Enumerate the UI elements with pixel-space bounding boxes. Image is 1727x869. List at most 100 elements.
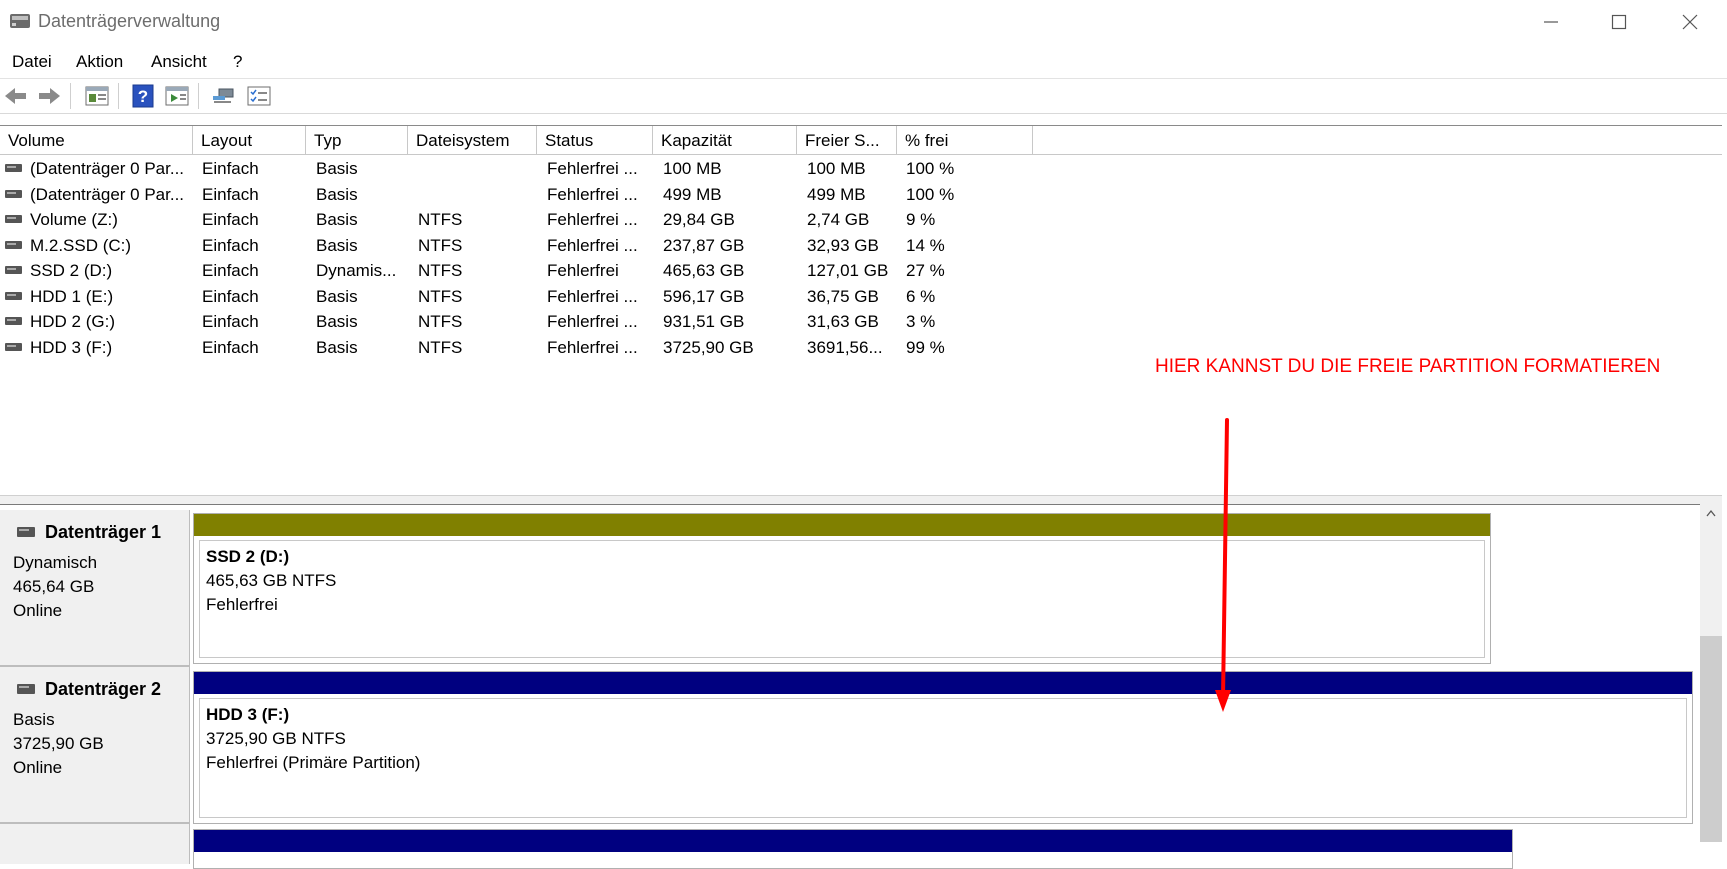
column-typ[interactable]: Typ: [306, 126, 408, 154]
table-cell: Einfach: [202, 312, 259, 331]
table-cell: 100 MB: [807, 159, 866, 178]
table-cell: Einfach: [202, 261, 259, 280]
volume-icon: [5, 342, 22, 351]
table-cell: 2,74 GB: [807, 210, 870, 229]
partition-ssd2[interactable]: SSD 2 (D:) 465,63 GB NTFS Fehlerfrei: [193, 513, 1491, 664]
toolbar-separator: [198, 83, 199, 109]
table-cell: 100 MB: [663, 159, 722, 178]
table-cell: 3725,90 GB: [663, 337, 754, 357]
table-row[interactable]: SSD 2 (D:) Einfach Dynamis... NTFS Fehlerfre…: [0, 258, 1000, 283]
volume-icon: [5, 164, 22, 172]
partition-disk3[interactable]: [193, 829, 1513, 869]
maximize-button[interactable]: [1584, 0, 1654, 44]
connect-button[interactable]: [210, 84, 236, 108]
disk-icon: [17, 527, 35, 537]
table-row[interactable]: Volume (Z:) Einfach Basis NTFS Fehlerfrei ..…: [0, 207, 1000, 232]
menu-bar: Datei Aktion Ansicht ?: [0, 44, 1727, 79]
table-row[interactable]: M.2.SSD (C:) Einfach Basis NTFS Fehlerfrei .…: [0, 233, 1000, 258]
table-cell: 32,93 GB: [807, 235, 879, 255]
table-cell: 127,01 GB: [807, 261, 889, 280]
menu-aktion[interactable]: Aktion: [76, 52, 123, 72]
minimize-icon: [1544, 21, 1558, 23]
table-cell: 100 %: [906, 184, 955, 204]
volume-icon: [5, 266, 22, 274]
forward-button[interactable]: [36, 84, 62, 108]
disk-1-state: Online: [13, 601, 63, 620]
table-cell: Basis: [316, 337, 358, 357]
disk-icon: [17, 684, 35, 694]
table-row[interactable]: HDD 2 (G:) Einfach Basis NTFS Fehlerfrei ...…: [0, 309, 1000, 334]
menu-datei[interactable]: Datei: [12, 52, 52, 72]
toolbar-separator: [118, 83, 119, 109]
table-row[interactable]: (Datenträger 0 Par... Einfach Basis Fehlerf…: [0, 182, 1000, 207]
table-cell: 465,63 GB: [663, 261, 745, 280]
table-cell: 36,75 GB: [807, 286, 879, 306]
menu-ansicht[interactable]: Ansicht: [151, 52, 207, 72]
partition-hdd3-name: HDD 3 (F:): [206, 705, 290, 724]
volume-icon: [5, 189, 22, 198]
maximize-icon: [1611, 14, 1627, 30]
disk-2-type: Basis: [13, 710, 55, 729]
close-button[interactable]: [1655, 0, 1725, 44]
toolbar: ?: [0, 79, 1727, 114]
table-cell: 31,63 GB: [807, 312, 879, 331]
show-hide-button[interactable]: [164, 84, 190, 108]
partition-hdd3-body: HDD 3 (F:) 3725,90 GB NTFS Fehlerfrei (P…: [199, 698, 1687, 818]
svg-text:?: ?: [138, 87, 148, 106]
table-cell: NTFS: [418, 210, 463, 229]
column-layout[interactable]: Layout: [193, 126, 306, 154]
scroll-up-icon[interactable]: [1706, 509, 1716, 517]
table-cell: Fehlerfrei ...: [547, 159, 638, 178]
volume-icon: [5, 291, 22, 300]
column-volume[interactable]: Volume: [0, 126, 193, 154]
table-cell: Einfach: [202, 210, 259, 229]
table-cell: M.2.SSD (C:): [30, 235, 132, 255]
partition-ssd2-bar: [194, 514, 1490, 536]
column-prozent-frei[interactable]: % frei: [897, 126, 1033, 154]
column-header: Volume Layout Typ Dateisystem Status Kap…: [0, 126, 1722, 155]
table-cell: HDD 3 (F:): [30, 337, 113, 357]
column-freier-speicher[interactable]: Freier S...: [797, 126, 897, 154]
table-cell: Fehlerfrei ...: [547, 184, 638, 204]
disk-1-label[interactable]: Datenträger 1 Dynamisch 465,64 GB Online: [0, 510, 190, 667]
help-button[interactable]: ?: [130, 84, 156, 108]
back-button[interactable]: [3, 84, 29, 108]
table-cell: 499 MB: [807, 184, 866, 204]
table-row[interactable]: HDD 1 (E:) Einfach Basis NTFS Fehlerfrei ...…: [0, 284, 1000, 309]
volume-icon: [5, 215, 22, 223]
table-row[interactable]: HDD 3 (F:) Einfach Basis NTFS Fehlerfrei ...…: [0, 335, 1000, 360]
disk-1-type: Dynamisch: [13, 553, 98, 572]
partition-hdd3[interactable]: HDD 3 (F:) 3725,90 GB NTFS Fehlerfrei (P…: [193, 671, 1693, 824]
minimize-button[interactable]: [1516, 0, 1586, 44]
column-status[interactable]: Status: [537, 126, 653, 154]
checklist-button[interactable]: [246, 84, 272, 108]
volume-icon: [5, 240, 22, 249]
table-cell: NTFS: [418, 312, 463, 331]
menu-help[interactable]: ?: [233, 52, 242, 72]
table-cell: Basis: [316, 235, 358, 255]
disk-3-label[interactable]: [0, 824, 190, 864]
table-cell: Fehlerfrei ...: [547, 312, 638, 331]
column-kapazitaet[interactable]: Kapazität: [653, 126, 797, 154]
table-cell: Einfach: [202, 184, 259, 204]
table-cell: Dynamis...: [316, 261, 397, 280]
table-cell: 100 %: [906, 159, 955, 178]
close-icon: [1682, 14, 1698, 30]
disk-2-label[interactable]: Datenträger 2 Basis 3725,90 GB Online: [0, 667, 190, 824]
partition-ssd2-size: 465,63 GB NTFS: [206, 571, 337, 590]
scroll-thumb[interactable]: [1700, 636, 1722, 842]
disk-map-scrollbar[interactable]: [1700, 503, 1722, 842]
table-cell: HDD 1 (E:): [30, 286, 114, 306]
table-cell: Basis: [316, 184, 358, 204]
forward-arrow-icon: [39, 88, 60, 104]
table-row[interactable]: (Datenträger 0 Par... Einfach Basis Fehlerf…: [0, 156, 1000, 181]
partition-disk3-bar: [194, 830, 1512, 852]
table-cell: Basis: [316, 286, 358, 306]
column-dateisystem[interactable]: Dateisystem: [408, 126, 537, 154]
partition-hdd3-bar: [194, 672, 1692, 694]
table-cell: Fehlerfrei ...: [547, 337, 638, 357]
properties-button[interactable]: [84, 84, 110, 108]
table-cell: Einfach: [202, 159, 259, 178]
disk-map: Datenträger 1 Dynamisch 465,64 GB Online…: [0, 505, 1700, 869]
table-cell: 29,84 GB: [663, 210, 735, 229]
